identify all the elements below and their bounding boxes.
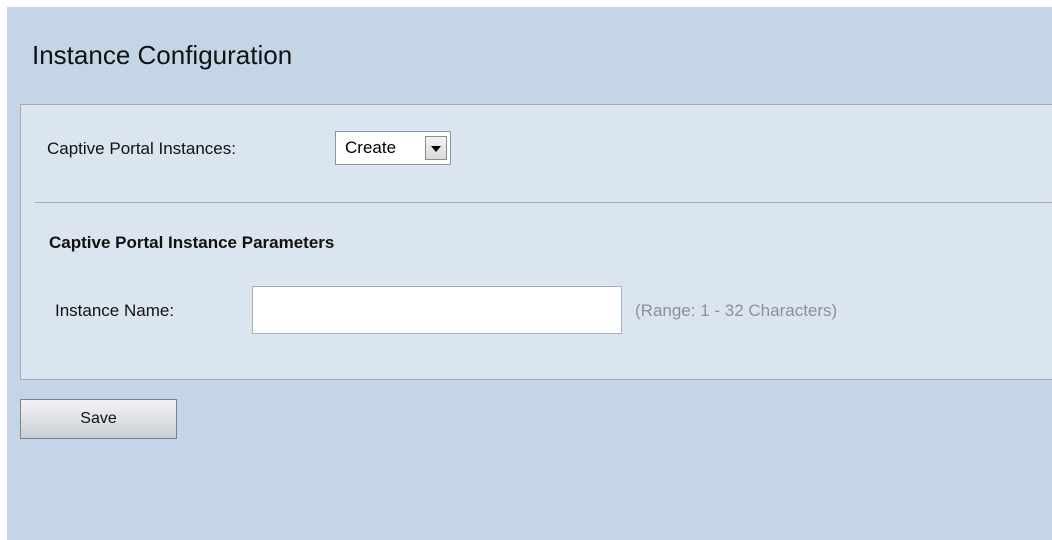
section-divider <box>35 202 1052 203</box>
captive-portal-instances-select[interactable]: Create <box>335 131 451 165</box>
parameters-section-title: Captive Portal Instance Parameters <box>49 233 335 252</box>
page-title: Instance Configuration <box>32 40 293 70</box>
instance-name-range-hint: (Range: 1 - 32 Characters) <box>635 301 838 320</box>
configuration-panel: Captive Portal Instances: Create Captive… <box>20 104 1052 380</box>
select-value: Create <box>345 138 397 157</box>
instance-name-label: Instance Name: <box>55 301 175 320</box>
dropdown-arrow-icon[interactable] <box>425 136 447 160</box>
content-area: Instance Configuration Captive Portal In… <box>7 7 1052 540</box>
save-button[interactable]: Save <box>20 399 177 439</box>
instance-name-input[interactable] <box>252 286 622 334</box>
captive-portal-instances-label: Captive Portal Instances: <box>47 139 236 158</box>
